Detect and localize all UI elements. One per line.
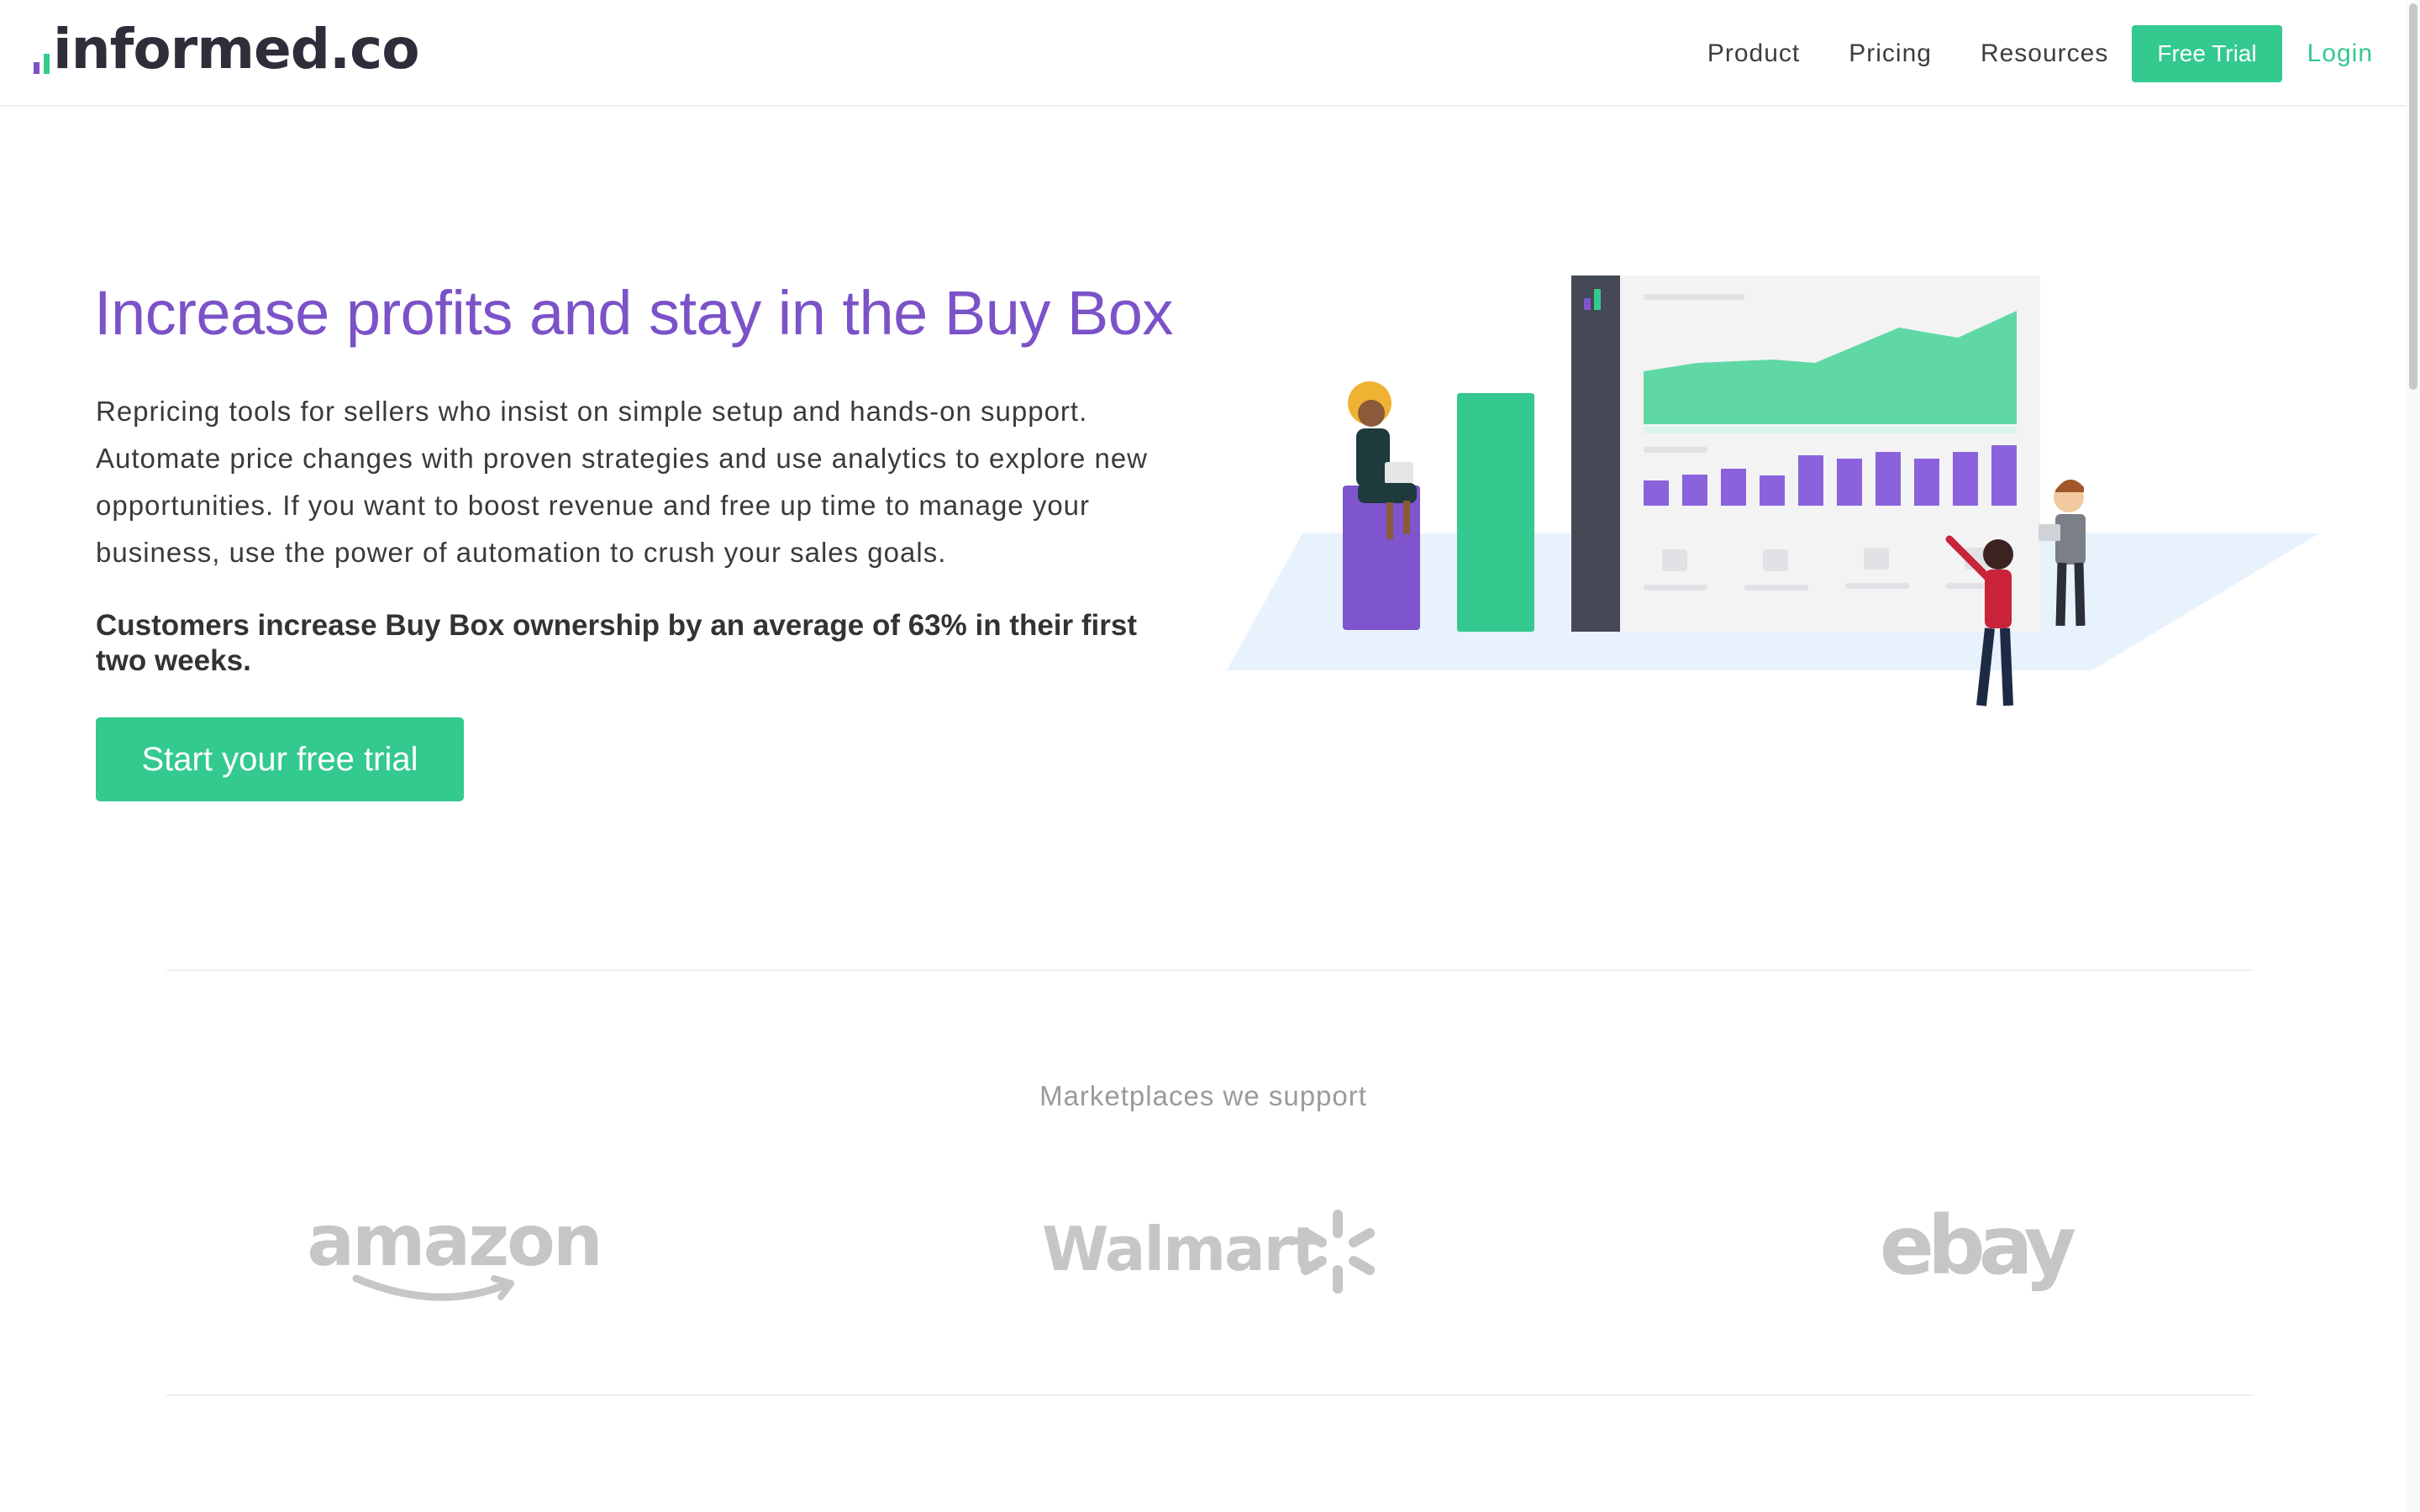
start-free-trial-button[interactable]: Start your free trial [96, 717, 464, 801]
ebay-logo: ebay [1840, 1193, 2109, 1310]
dashboard-illustration [1227, 276, 2319, 706]
top-navbar: informed.co Product Pricing Resources Fr… [0, 0, 2407, 107]
nav-links: Product Pricing Resources Free Trial Log… [1659, 25, 2373, 82]
logo-bars-icon [34, 39, 50, 74]
hero-title: Increase profits and stay in the Buy Box [94, 278, 1173, 348]
walmart-logo-text: Walmart [1042, 1214, 1319, 1284]
free-trial-button[interactable]: Free Trial [2132, 25, 2282, 82]
marketplaces-heading: Marketplaces we support [1039, 1080, 1367, 1111]
section-divider-bottom [166, 1394, 2254, 1396]
amazon-logo: amazon [286, 1193, 622, 1310]
nav-resources-link[interactable]: Resources [1981, 39, 2108, 68]
nav-product-link[interactable]: Product [1707, 39, 1800, 68]
walmart-logo: Walmart [1034, 1193, 1386, 1310]
scrollbar-thumb[interactable] [2409, 3, 2417, 390]
illustration-green-bar [1457, 393, 1534, 632]
ebay-logo-text: ebay [1880, 1201, 2075, 1293]
section-divider-top [166, 969, 2254, 971]
site-logo[interactable]: informed.co [34, 15, 420, 82]
amazon-logo-text: amazon [307, 1201, 600, 1282]
logo-text: informed.co [53, 16, 420, 81]
login-link[interactable]: Login [2307, 39, 2373, 68]
nav-pricing-link[interactable]: Pricing [1849, 39, 1932, 68]
illustration-dashboard-strip [1571, 276, 1620, 632]
hero-stat: Customers increase Buy Box ownership by … [96, 609, 1137, 677]
page-scrollbar[interactable] [2407, 0, 2420, 1512]
hero-description: Repricing tools for sellers who insist o… [96, 396, 1148, 568]
